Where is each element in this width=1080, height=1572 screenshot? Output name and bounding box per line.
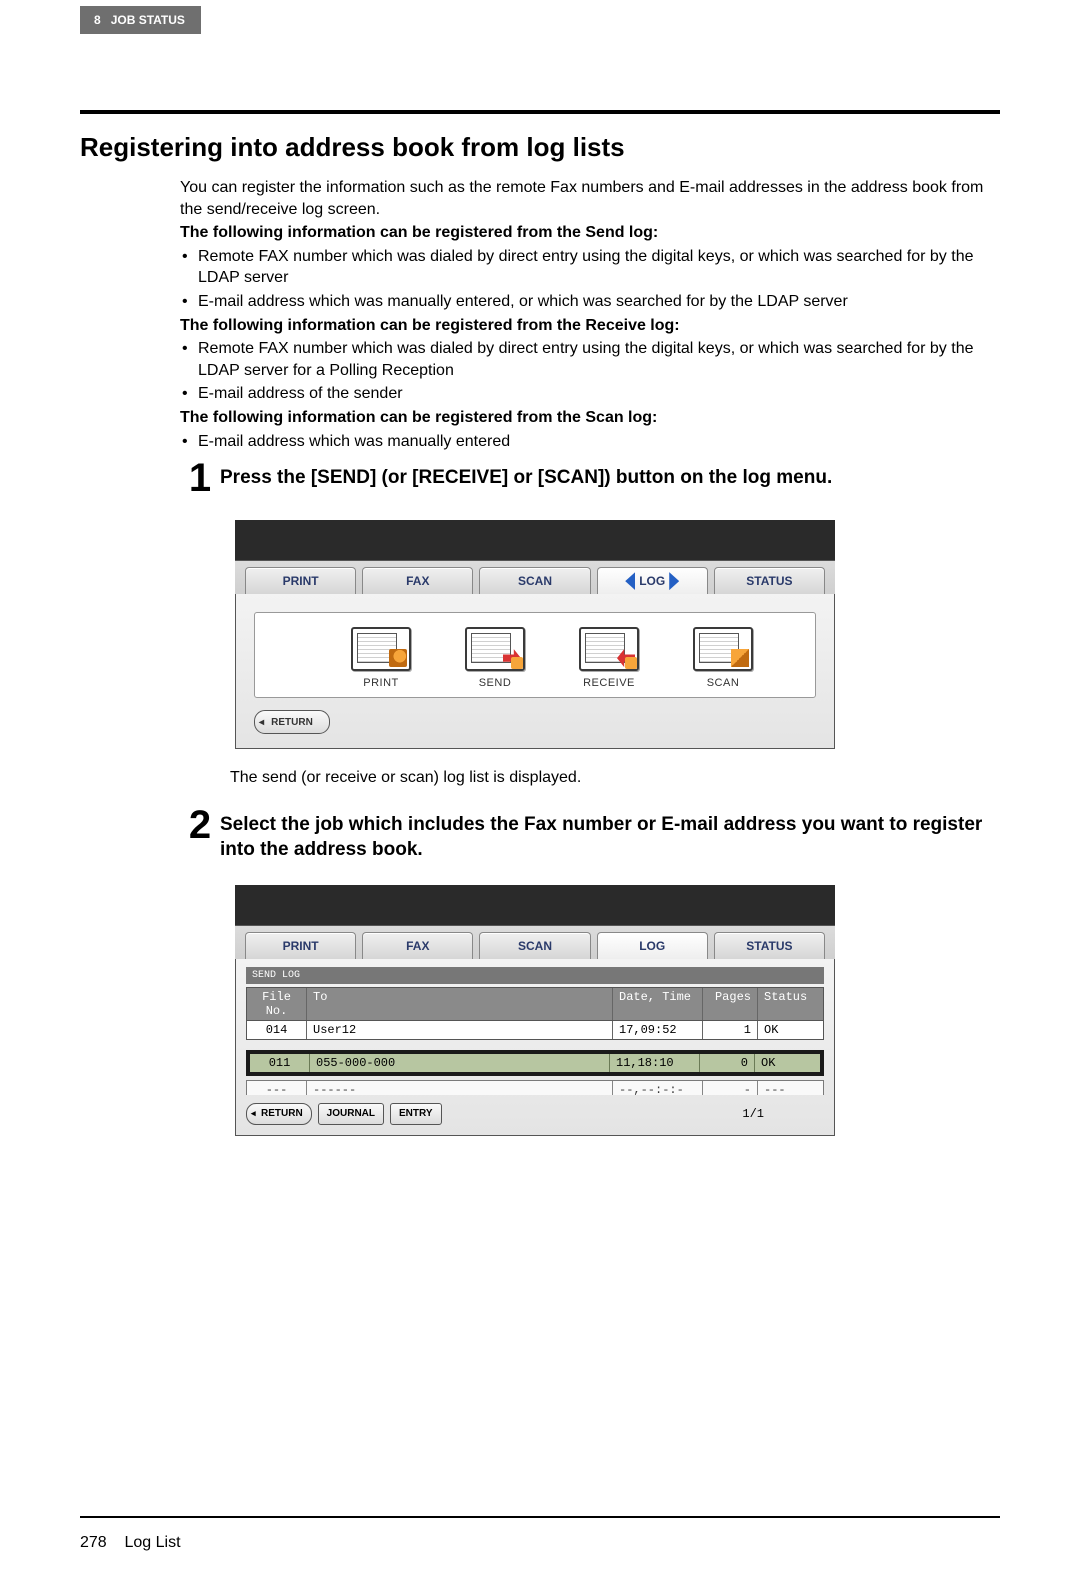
section-rule	[80, 110, 1000, 114]
footer-section: Log List	[124, 1534, 180, 1551]
step-title: Press the [SEND] (or [RECEIVE] or [SCAN]…	[220, 458, 832, 491]
journal-button[interactable]: JOURNAL	[318, 1103, 384, 1125]
entry-button[interactable]: ENTRY	[390, 1103, 442, 1125]
col-datetime: Date, Time	[613, 988, 703, 1020]
chapter-tab: 8 JOB STATUS	[80, 6, 201, 34]
log-receive-button[interactable]: RECEIVE	[563, 627, 655, 689]
chapter-number: 8	[94, 13, 101, 27]
table-header: File No. To Date, Time Pages Status	[246, 987, 824, 1021]
screenshot-send-log: PRINT FAX SCAN LOG STATUS SEND LOG File …	[235, 885, 835, 1136]
step-number: 1	[180, 458, 220, 498]
col-file: File No.	[247, 988, 307, 1020]
table-row[interactable]: 014 User12 17,09:52 1 OK	[246, 1021, 824, 1040]
tab-fax[interactable]: FAX	[362, 932, 473, 959]
step-1: 1 Press the [SEND] (or [RECEIVE] or [SCA…	[180, 458, 1000, 498]
tab-scan[interactable]: SCAN	[479, 932, 590, 959]
send-info-heading: The following information can be registe…	[180, 222, 1000, 244]
caret-left-icon	[625, 572, 635, 590]
return-button[interactable]: RETURN	[254, 710, 330, 734]
intro-paragraph: You can register the information such as…	[180, 177, 1000, 220]
receive-info-bullet: Remote FAX number which was dialed by di…	[180, 338, 1000, 381]
step-title: Select the job which includes the Fax nu…	[220, 805, 1000, 862]
step1-after: The send (or receive or scan) log list i…	[230, 769, 1000, 787]
scan-info-bullet: E-mail address which was manually entere…	[180, 431, 1000, 453]
return-button[interactable]: RETURN	[246, 1103, 312, 1125]
tab-scan[interactable]: SCAN	[479, 567, 590, 594]
table-row[interactable]: --- ------ --,--:-:- - ---	[246, 1080, 824, 1095]
caret-right-icon	[669, 572, 679, 590]
step-number: 2	[180, 805, 220, 845]
scan-info-heading: The following information can be registe…	[180, 407, 1000, 429]
section-title: Registering into address book from log l…	[80, 132, 1000, 163]
send-info-bullet: E-mail address which was manually entere…	[180, 291, 1000, 313]
tab-print[interactable]: PRINT	[245, 932, 356, 959]
footer-rule	[80, 1516, 1000, 1518]
tab-print[interactable]: PRINT	[245, 567, 356, 594]
col-to: To	[307, 988, 613, 1020]
chapter-title: JOB STATUS	[111, 13, 185, 27]
receive-log-icon	[579, 627, 639, 671]
tab-status[interactable]: STATUS	[714, 932, 825, 959]
page-number: 278	[80, 1534, 107, 1551]
tab-log[interactable]: LOG	[597, 567, 708, 594]
tab-log[interactable]: LOG	[597, 932, 708, 959]
receive-info-bullet: E-mail address of the sender	[180, 383, 1000, 405]
col-status: Status	[758, 988, 823, 1020]
tab-fax[interactable]: FAX	[362, 567, 473, 594]
tab-status[interactable]: STATUS	[714, 567, 825, 594]
log-type-strip: SEND LOG	[246, 967, 824, 984]
log-send-button[interactable]: SEND	[449, 627, 541, 689]
send-info-bullet: Remote FAX number which was dialed by di…	[180, 246, 1000, 289]
log-print-button[interactable]: PRINT	[335, 627, 427, 689]
screenshot-log-menu: PRINT FAX SCAN LOG STATUS PRINT	[235, 520, 835, 749]
step-2: 2 Select the job which includes the Fax …	[180, 805, 1000, 862]
col-pages: Pages	[703, 988, 758, 1020]
table-row-selected[interactable]: 011 055-000-000 11,18:10 0 OK	[246, 1050, 824, 1076]
page-footer: 278 Log List	[80, 1526, 1000, 1572]
print-log-icon	[351, 627, 411, 671]
send-log-icon	[465, 627, 525, 671]
scan-log-icon	[693, 627, 753, 671]
receive-info-heading: The following information can be registe…	[180, 315, 1000, 337]
page-counter: 1/1	[742, 1107, 824, 1121]
log-scan-button[interactable]: SCAN	[677, 627, 769, 689]
